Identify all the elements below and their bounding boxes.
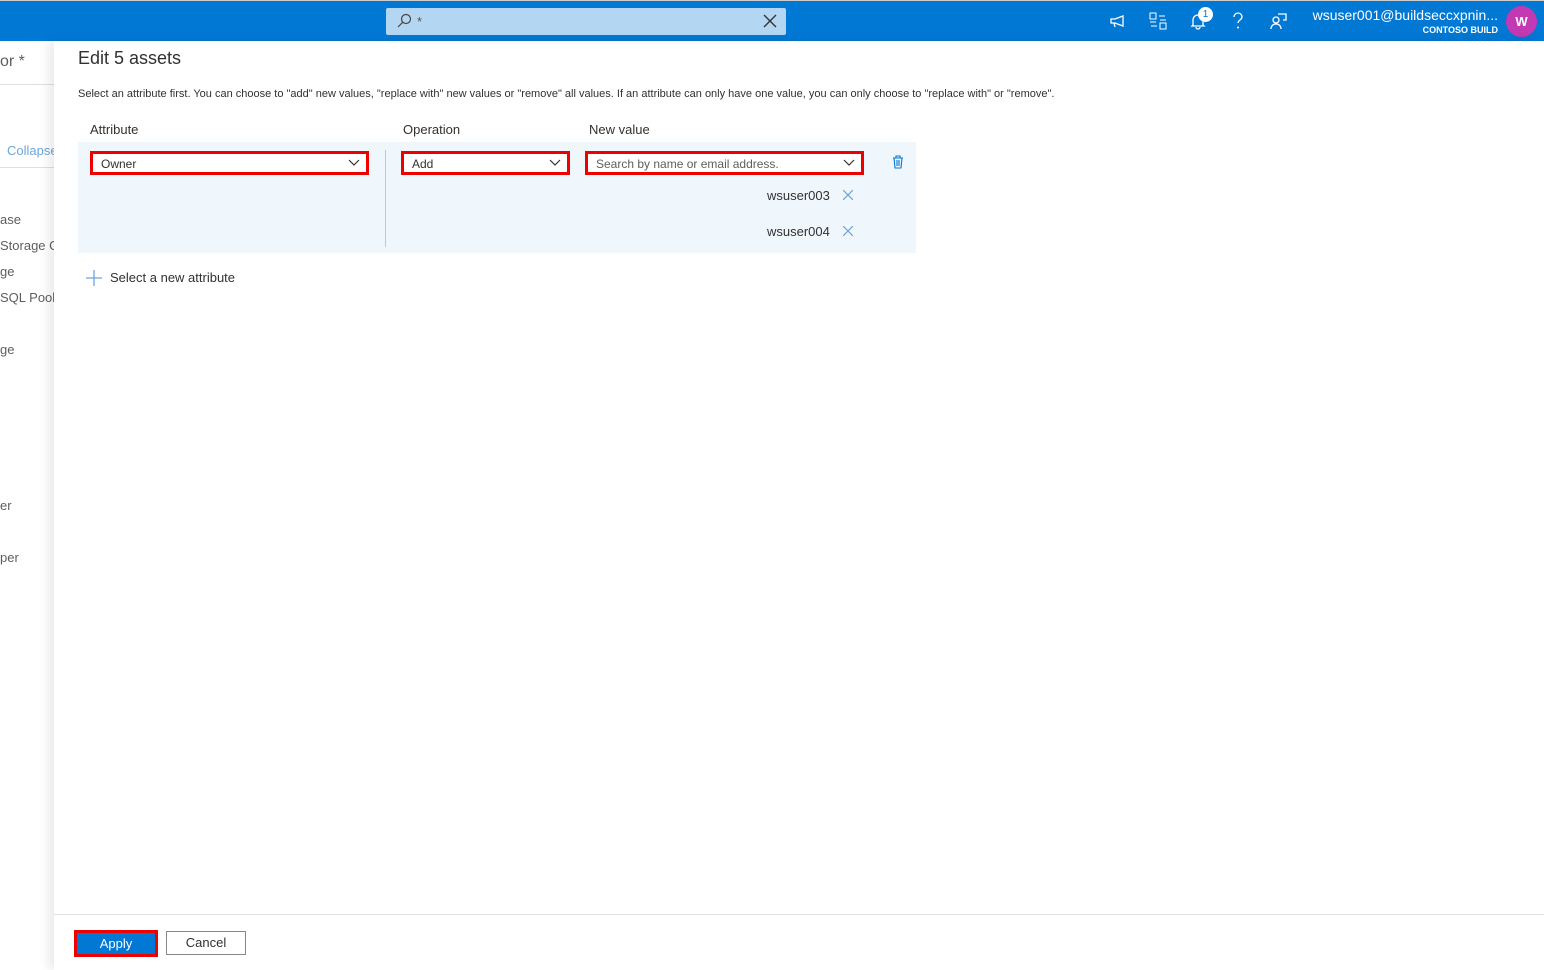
operation-dropdown[interactable]: Add	[401, 151, 570, 175]
background-sidebar: or * Collapse ase Storage G ge SQL Pool …	[0, 41, 54, 970]
apply-button[interactable]: Apply	[74, 930, 158, 957]
sidebar-item[interactable]: ge	[0, 264, 14, 279]
sidebar-item[interactable]: er	[0, 498, 12, 513]
attribute-dropdown[interactable]: Owner	[90, 151, 369, 175]
delete-row-icon[interactable]	[892, 155, 904, 169]
user-name: wsuser001@buildseccxpnin...	[1312, 7, 1498, 23]
org-name: CONTOSO BUILD	[1422, 25, 1498, 35]
clear-search-icon[interactable]	[762, 13, 778, 29]
operation-header: Operation	[403, 122, 461, 137]
new-value-picker[interactable]: Search by name or email address.	[585, 151, 864, 175]
add-attribute-button[interactable]: Select a new attribute	[86, 269, 235, 286]
attribute-header: Attribute	[90, 122, 139, 137]
divider	[385, 150, 386, 247]
collapse-link[interactable]: Collapse	[7, 143, 54, 158]
sidebar-item[interactable]: ge	[0, 342, 14, 357]
top-bar: * 1 wsuser001@buildseccxpnin... CONTOSO …	[0, 0, 1544, 41]
operation-value: Add	[412, 157, 434, 171]
sidebar-item[interactable]: per	[0, 550, 19, 565]
avatar[interactable]: W	[1506, 6, 1537, 37]
account-menu[interactable]: wsuser001@buildseccxpnin... CONTOSO BUIL…	[1313, 7, 1498, 35]
sidebar-item[interactable]: ase	[0, 212, 21, 227]
value-chip-label: wsuser004	[767, 224, 830, 239]
new-value-header: New value	[589, 122, 650, 137]
value-chip-label: wsuser003	[767, 188, 830, 203]
page-title: Edit 5 assets	[78, 48, 182, 68]
divider	[0, 84, 54, 85]
plus-icon	[86, 269, 102, 286]
attribute-value: Owner	[101, 157, 137, 171]
remove-value-icon[interactable]	[843, 190, 853, 200]
chevron-down-icon	[348, 159, 360, 166]
chevron-down-icon	[549, 159, 561, 166]
attribute-row: Owner Add Search by name or email addres…	[78, 142, 916, 253]
divider	[0, 167, 54, 168]
notification-badge: 1	[1198, 7, 1213, 22]
footer-divider	[54, 914, 1544, 915]
sidebar-item[interactable]: Storage G	[0, 238, 54, 253]
chevron-down-icon	[843, 159, 855, 166]
cancel-button[interactable]: Cancel	[166, 931, 246, 955]
global-search[interactable]: *	[386, 8, 786, 35]
new-value-placeholder: Search by name or email address.	[596, 157, 779, 171]
sidebar-item[interactable]: SQL Pool	[0, 290, 54, 305]
megaphone-icon[interactable]	[1109, 12, 1127, 30]
directory-switch-icon[interactable]	[1149, 12, 1167, 30]
edit-assets-panel: Edit 5 assets Select an attribute first.…	[54, 41, 1544, 970]
search-icon	[397, 13, 412, 28]
search-input[interactable]: *	[417, 14, 422, 29]
remove-value-icon[interactable]	[843, 226, 853, 236]
help-icon[interactable]	[1229, 12, 1247, 30]
feedback-icon[interactable]	[1269, 12, 1287, 30]
sidebar-title: or *	[0, 53, 25, 70]
add-attribute-label: Select a new attribute	[110, 270, 236, 286]
description: Select an attribute first. You can choos…	[78, 88, 1055, 100]
